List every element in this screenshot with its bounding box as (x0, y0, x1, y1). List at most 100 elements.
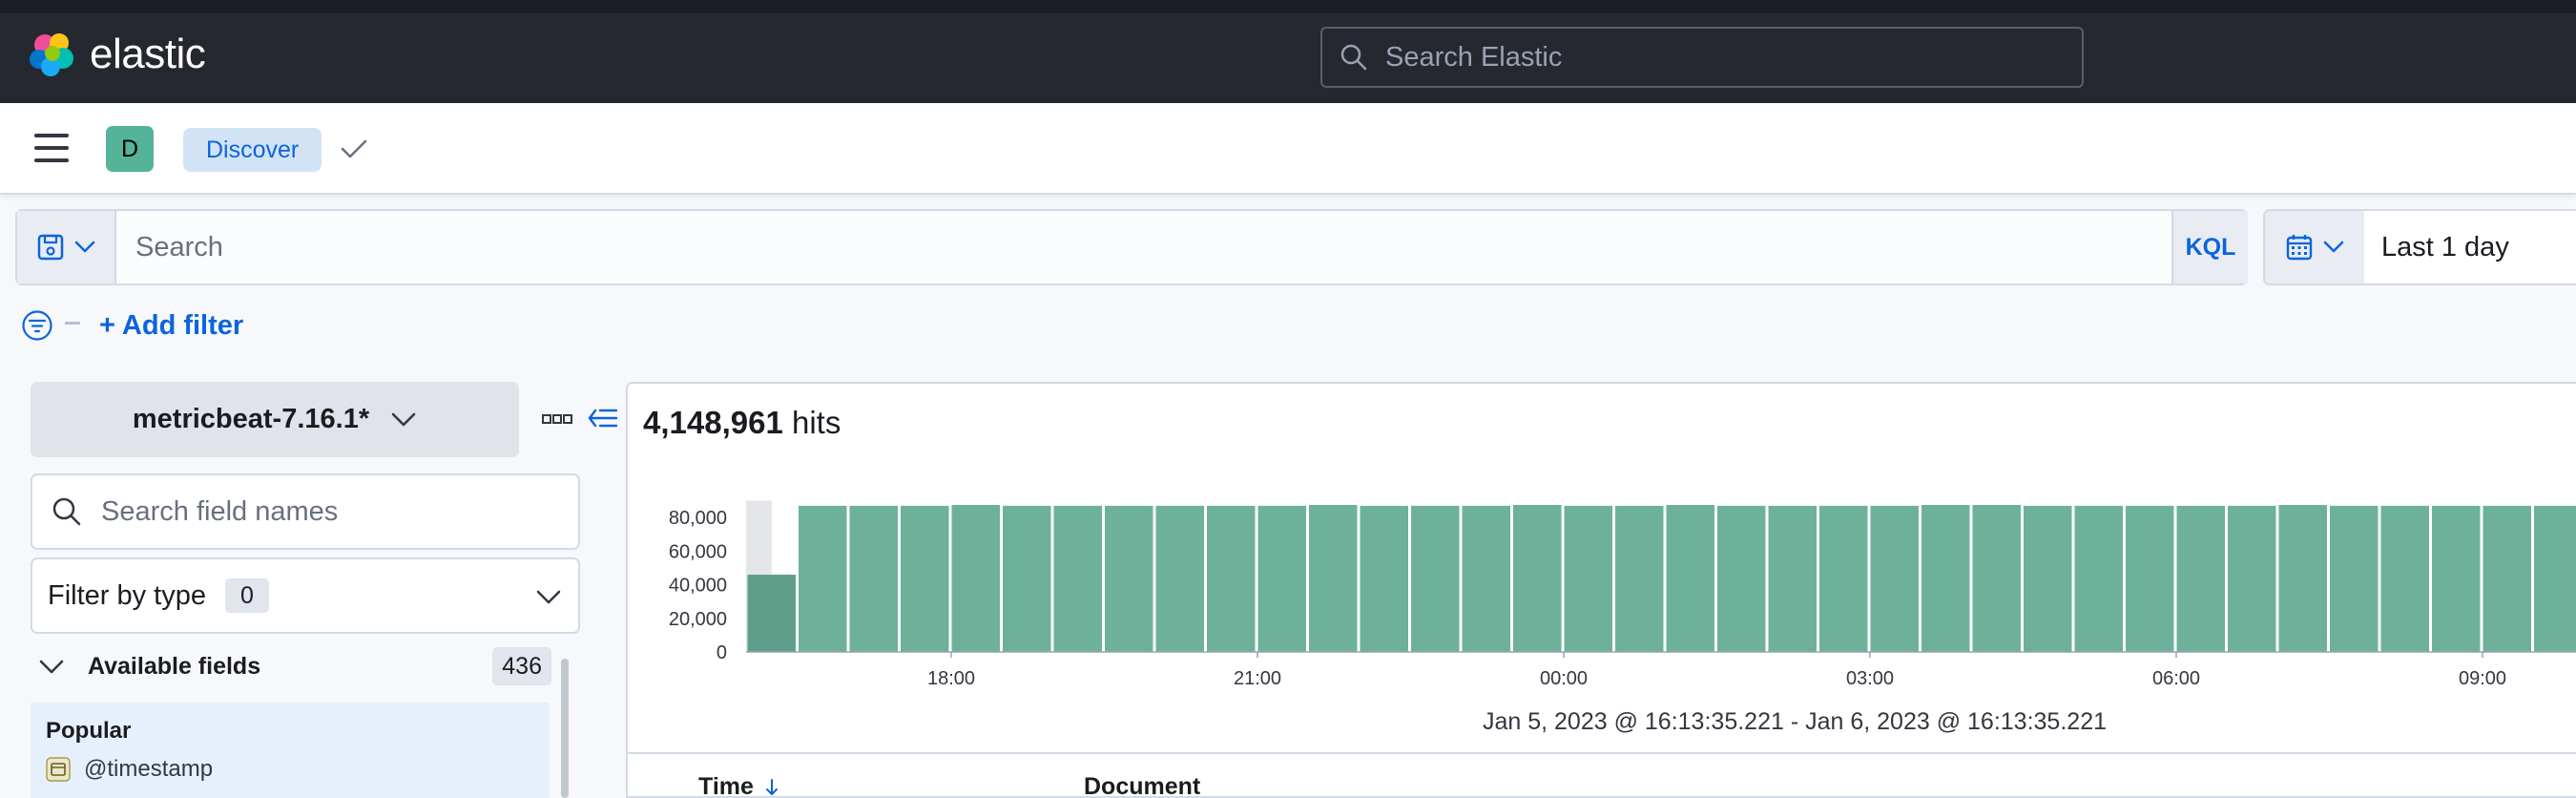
index-pattern-selector[interactable]: metricbeat-7.16.1* (31, 382, 519, 457)
menu-line (34, 158, 69, 162)
calendar-icon (2286, 235, 2313, 261)
filter-divider (65, 322, 80, 325)
filter-options-icon[interactable] (21, 309, 53, 342)
check-icon[interactable] (340, 137, 368, 160)
global-search-input[interactable] (1385, 41, 2053, 74)
save-icon (37, 234, 64, 261)
histogram-bar[interactable] (799, 505, 847, 652)
histogram-bar[interactable] (1105, 505, 1153, 652)
quick-select-button[interactable] (2265, 211, 2364, 284)
saved-query-menu-button[interactable] (17, 211, 116, 284)
histogram-bar[interactable] (901, 505, 949, 652)
histogram-bar[interactable] (2176, 505, 2226, 652)
field-item-timestamp[interactable]: @timestamp (46, 754, 213, 785)
histogram-bar[interactable] (1053, 505, 1103, 652)
x-tick-label: 21:00 (1234, 668, 1281, 689)
chevron-down-icon (2323, 241, 2344, 253)
available-fields-toggle[interactable]: Available fields 436 (31, 645, 551, 687)
histogram-bar[interactable] (2432, 505, 2481, 652)
histogram-bar[interactable] (2534, 505, 2576, 652)
histogram-bar[interactable] (1768, 505, 1818, 652)
histogram-bar[interactable] (2228, 505, 2276, 652)
histogram-bar[interactable] (747, 575, 797, 652)
more-options-icon[interactable] (542, 410, 572, 428)
query-bar: KQL (15, 209, 2248, 285)
global-header: elastic (0, 0, 2576, 103)
histogram-bar[interactable] (2330, 505, 2379, 652)
brand-name: elastic (90, 31, 206, 77)
histogram-bar[interactable] (2024, 505, 2072, 652)
histogram-bar[interactable] (2483, 505, 2532, 652)
hits-count: 4,148,961 hits (643, 405, 841, 441)
query-language-button[interactable]: KQL (2171, 211, 2248, 284)
histogram-bar[interactable] (2074, 505, 2124, 652)
available-fields-count: 436 (492, 647, 551, 685)
histogram-bar[interactable] (1257, 505, 1307, 652)
breadcrumb-discover[interactable]: Discover (183, 128, 322, 172)
histogram-bar[interactable] (1666, 505, 1715, 652)
y-tick-label: 20,000 (669, 609, 727, 630)
histogram-bar[interactable] (951, 505, 1001, 652)
histogram-bar[interactable] (1564, 505, 1613, 652)
x-tick-label: 03:00 (1846, 668, 1894, 689)
histogram-bar[interactable] (2126, 505, 2174, 652)
y-tick-label: 80,000 (669, 508, 727, 529)
menu-toggle-button[interactable] (34, 134, 69, 162)
filter-count-badge: 0 (225, 578, 269, 613)
x-tick-label: 06:00 (2152, 668, 2200, 689)
histogram-bar[interactable] (1819, 505, 1868, 652)
sort-down-icon[interactable] (763, 777, 780, 798)
field-search-box[interactable] (31, 473, 580, 550)
menu-line (34, 134, 69, 137)
x-tick-label: 00:00 (1540, 668, 1588, 689)
histogram-bar[interactable] (1207, 505, 1256, 652)
histogram-bar[interactable] (1615, 505, 1664, 652)
index-pattern-label: metricbeat-7.16.1* (132, 404, 370, 434)
histogram-bar[interactable] (1513, 505, 1562, 652)
collapse-sidebar-icon[interactable] (588, 405, 618, 431)
date-range-label[interactable]: Last 1 day (2381, 211, 2509, 284)
histogram-bar[interactable] (1003, 505, 1051, 652)
histogram-bar[interactable] (1309, 505, 1358, 652)
search-icon (1340, 44, 1367, 71)
histogram-bar[interactable] (1870, 505, 1920, 652)
hits-number: 4,148,961 (643, 405, 783, 440)
histogram-bar[interactable] (1922, 505, 1970, 652)
x-tick-label: 09:00 (2459, 668, 2506, 689)
results-panel: 4,148,961 hits 0 20,000 40,000 60,000 80,000… (626, 382, 2576, 798)
query-input[interactable] (116, 211, 2072, 284)
sidebar-scrollbar[interactable] (561, 659, 569, 798)
filter-by-type-button[interactable]: Filter by type 0 (31, 557, 580, 634)
popular-fields-group: Popular @timestamp (31, 703, 550, 798)
column-time-label: Time (698, 773, 754, 798)
elastic-logo[interactable]: elastic (29, 29, 206, 80)
hits-label: hits (791, 405, 841, 440)
histogram-bar[interactable] (1411, 505, 1460, 652)
column-header-document[interactable]: Document (1084, 773, 1200, 798)
histogram-bar[interactable] (1717, 505, 1766, 652)
elastic-logo-icon (30, 33, 73, 76)
popular-fields-title: Popular (46, 718, 132, 744)
add-filter-button[interactable]: + Add filter (99, 310, 243, 342)
histogram-bar[interactable] (849, 505, 899, 652)
histogram-bar[interactable] (1360, 505, 1409, 652)
global-search-box[interactable] (1320, 27, 2084, 88)
app-header: D Discover (0, 103, 2576, 195)
space-avatar[interactable]: D (106, 126, 154, 172)
x-tick-label: 18:00 (927, 668, 975, 689)
field-search-input[interactable] (101, 495, 559, 528)
y-tick-label: 40,000 (669, 576, 727, 597)
y-tick-label: 60,000 (669, 541, 727, 562)
histogram-bar[interactable] (1462, 505, 1511, 652)
available-fields-label: Available fields (88, 652, 261, 680)
chevron-down-icon (391, 412, 416, 426)
hits-histogram[interactable]: 0 20,000 40,000 60,000 80,000 18:00 21:00 00:00… (628, 479, 2576, 699)
column-header-time[interactable]: Time (698, 773, 780, 798)
chevron-down-icon (536, 590, 561, 604)
search-icon (52, 497, 81, 526)
chevron-down-icon (74, 241, 95, 253)
histogram-bar[interactable] (1972, 505, 2022, 652)
histogram-bar[interactable] (1155, 505, 1205, 652)
histogram-bar[interactable] (2380, 505, 2430, 652)
histogram-bar[interactable] (2278, 505, 2328, 652)
